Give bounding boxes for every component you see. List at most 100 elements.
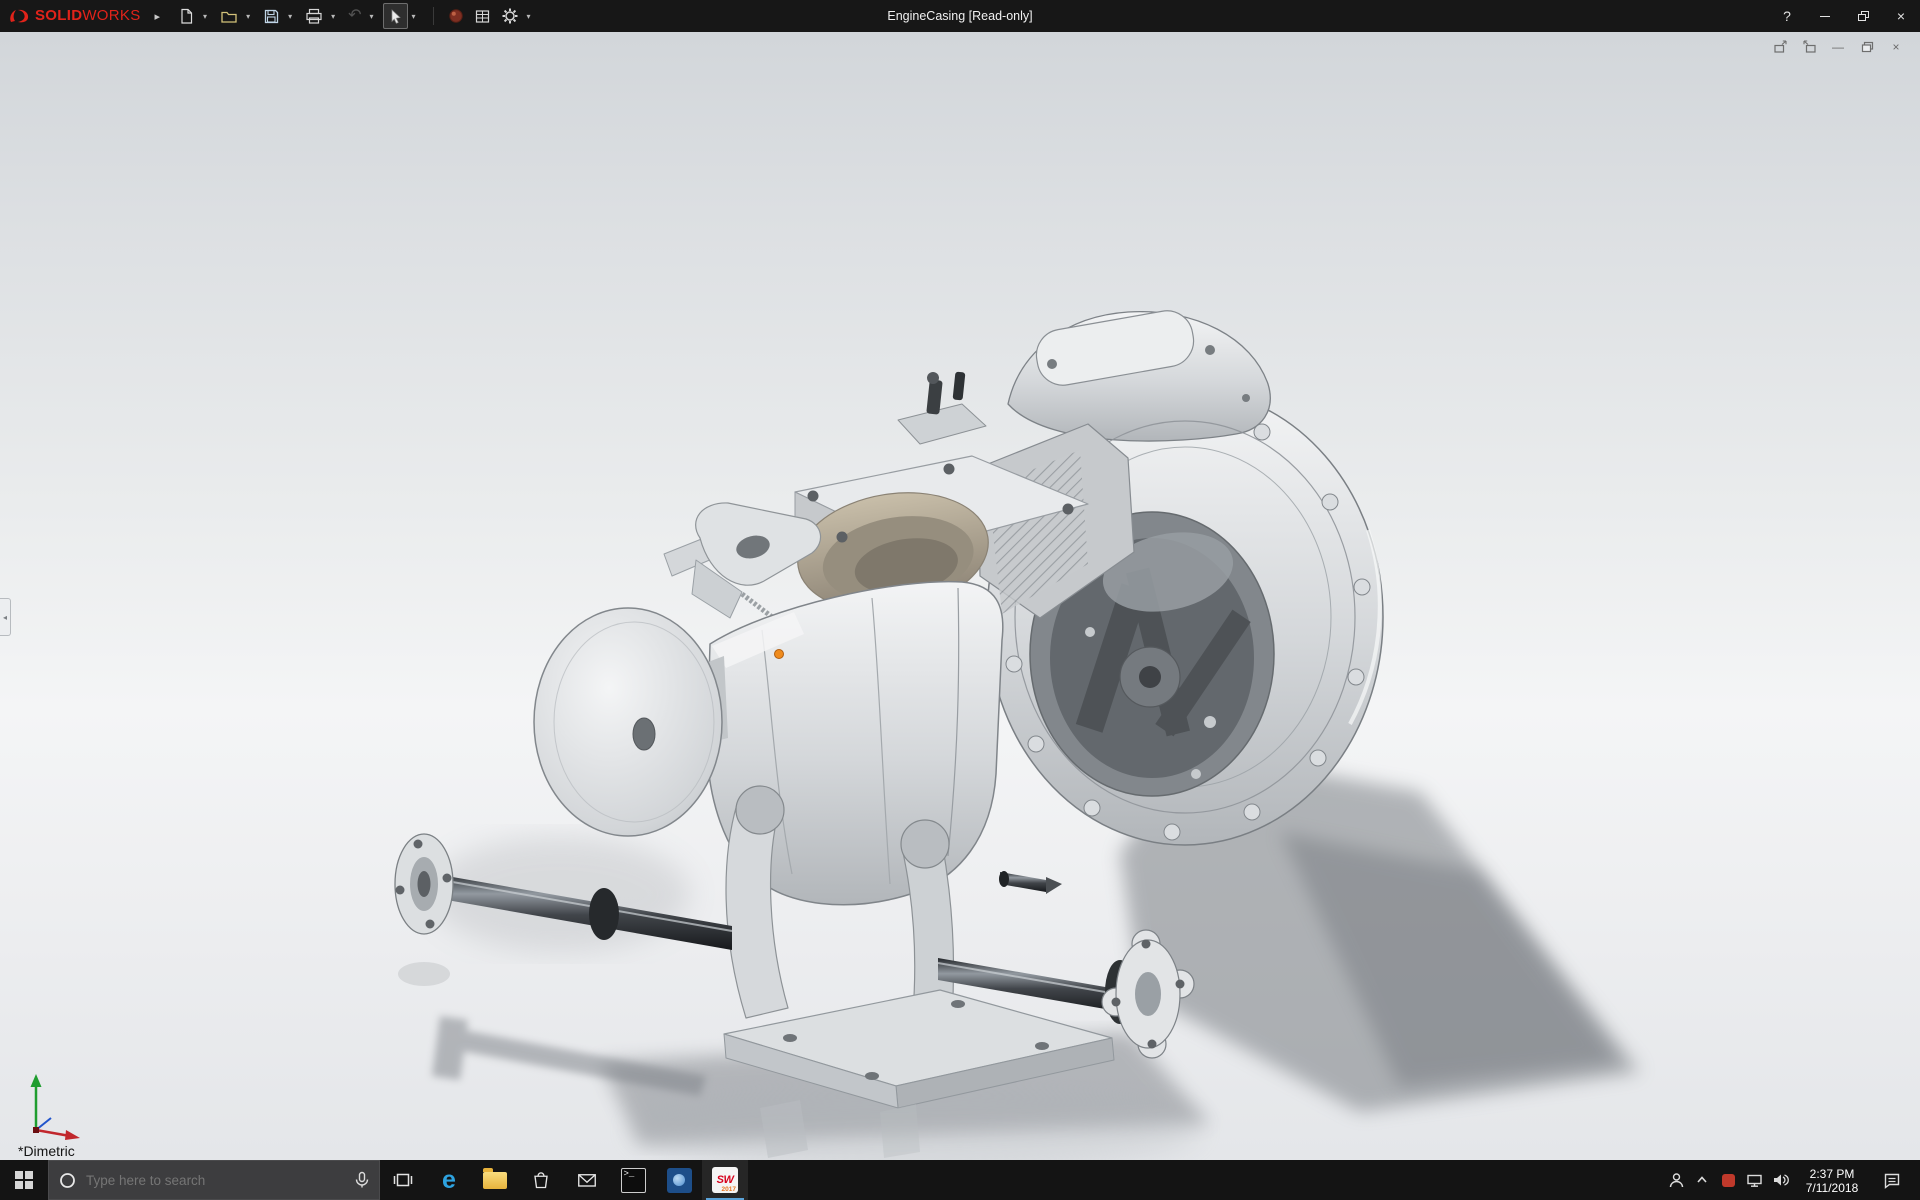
gpu-settings-button[interactable] bbox=[1715, 1160, 1741, 1200]
print-icon bbox=[306, 8, 322, 24]
people-icon bbox=[1669, 1172, 1683, 1187]
appearance-sphere-icon bbox=[448, 9, 463, 23]
open-dropdown-caret[interactable]: ▾ bbox=[246, 12, 250, 21]
left-disc[interactable] bbox=[533, 607, 728, 837]
edge-icon: e bbox=[442, 1165, 456, 1194]
open-folder-icon bbox=[221, 11, 237, 23]
window-controls: ? × bbox=[1768, 0, 1920, 32]
task-view-icon bbox=[393, 1173, 413, 1187]
restore-button[interactable] bbox=[1844, 0, 1882, 32]
toolbar-flyout-arrow[interactable]: ▸ bbox=[155, 10, 161, 23]
taskbar: e >_ SW 2017 bbox=[0, 1160, 1920, 1200]
taskbar-clock[interactable]: 2:37 PM 7/11/2018 bbox=[1793, 1166, 1871, 1195]
undo-button[interactable]: ↶ bbox=[344, 3, 365, 29]
left-bracket[interactable] bbox=[663, 502, 822, 622]
action-center-icon bbox=[1884, 1173, 1900, 1189]
solidworks-app-icon: SW 2017 bbox=[712, 1167, 738, 1193]
options-dropdown-caret[interactable]: ▾ bbox=[527, 12, 531, 21]
orientation-triad bbox=[30, 1074, 80, 1140]
command-prompt-icon: >_ bbox=[620, 1167, 646, 1193]
collapse-arrow-icon: ◂ bbox=[2, 612, 7, 622]
store-bag-icon bbox=[534, 1172, 548, 1189]
document-restore-icon bbox=[1861, 41, 1873, 53]
view-orientation-label: *Dimetric bbox=[18, 1143, 75, 1159]
solidworks-icon-text: SW bbox=[716, 1174, 734, 1186]
action-center-button[interactable] bbox=[1871, 1160, 1913, 1200]
select-dropdown-caret[interactable]: ▾ bbox=[412, 12, 416, 21]
document-minimize-button[interactable]: — bbox=[1828, 38, 1848, 56]
selection-marker[interactable] bbox=[774, 649, 784, 659]
taskbar-mail-button[interactable] bbox=[564, 1160, 610, 1200]
top-fittings[interactable] bbox=[897, 371, 987, 445]
sheet-grid-icon bbox=[475, 9, 489, 23]
3d-model-canvas[interactable] bbox=[0, 32, 1920, 1160]
ds-logo-icon bbox=[10, 9, 29, 23]
clock-date: 7/11/2018 bbox=[1805, 1180, 1859, 1195]
titlebar: SOLIDWORKS ▸ ▾ ▾ ▾ ▾ ↶ ▾ ▾ ▾ EngineCasin… bbox=[0, 0, 1920, 32]
volume-button[interactable] bbox=[1767, 1160, 1793, 1200]
taskbar-store-button[interactable] bbox=[518, 1160, 564, 1200]
save-button[interactable] bbox=[259, 3, 284, 29]
print-button[interactable] bbox=[301, 3, 327, 29]
graphics-viewport[interactable]: — × ◂ *Dimetric bbox=[0, 32, 1920, 1160]
close-button[interactable]: × bbox=[1882, 0, 1920, 32]
print-dropdown-caret[interactable]: ▾ bbox=[331, 12, 335, 21]
new-dropdown-caret[interactable]: ▾ bbox=[203, 12, 207, 21]
volume-icon bbox=[1773, 1174, 1789, 1186]
taskbar-file-explorer-button[interactable] bbox=[472, 1160, 518, 1200]
next-window-icon bbox=[1802, 40, 1816, 53]
minimize-icon bbox=[1820, 15, 1830, 17]
cortana-circle-icon bbox=[60, 1172, 75, 1188]
taskbar-command-prompt-button[interactable]: >_ bbox=[610, 1160, 656, 1200]
taskbar-photos-button[interactable] bbox=[656, 1160, 702, 1200]
appearance-button[interactable] bbox=[444, 3, 468, 29]
file-explorer-icon bbox=[483, 1167, 507, 1189]
people-button[interactable] bbox=[1663, 1160, 1689, 1200]
help-button[interactable]: ? bbox=[1768, 0, 1806, 32]
toolbar-separator bbox=[432, 7, 434, 25]
new-document-button[interactable] bbox=[174, 3, 199, 29]
network-icon bbox=[1746, 1174, 1762, 1187]
new-document-icon bbox=[181, 8, 193, 24]
open-button[interactable] bbox=[216, 3, 242, 29]
previous-window-button[interactable] bbox=[1770, 38, 1790, 56]
chevron-up-icon bbox=[1697, 1176, 1707, 1183]
quick-access-toolbar: ▾ ▾ ▾ ▾ ↶ ▾ ▾ ▾ bbox=[174, 3, 538, 29]
select-button[interactable] bbox=[382, 3, 408, 29]
document-window-controls: — × bbox=[1770, 38, 1906, 56]
windows-logo-icon bbox=[15, 1171, 33, 1189]
taskbar-search[interactable] bbox=[48, 1160, 380, 1200]
evaluate-button[interactable] bbox=[470, 3, 495, 29]
taskbar-solidworks-button[interactable]: SW 2017 bbox=[702, 1160, 748, 1200]
restore-icon bbox=[1857, 11, 1869, 21]
document-close-button[interactable]: × bbox=[1886, 38, 1906, 56]
document-restore-button[interactable] bbox=[1857, 38, 1877, 56]
solidworks-icon-year: 2017 bbox=[721, 1186, 736, 1193]
brand-text: SOLIDWORKS bbox=[35, 7, 141, 24]
photos-app-icon bbox=[666, 1167, 692, 1193]
next-window-button[interactable] bbox=[1799, 38, 1819, 56]
save-floppy-icon bbox=[264, 9, 279, 23]
solidworks-logo: SOLIDWORKS bbox=[0, 7, 147, 25]
minimize-button[interactable] bbox=[1806, 0, 1844, 32]
previous-window-icon bbox=[1773, 40, 1787, 53]
taskbar-edge-button[interactable]: e bbox=[426, 1160, 472, 1200]
task-view-button[interactable] bbox=[380, 1160, 426, 1200]
microphone-icon[interactable] bbox=[355, 1171, 369, 1189]
undo-dropdown-caret[interactable]: ▾ bbox=[370, 12, 374, 21]
save-dropdown-caret[interactable]: ▾ bbox=[288, 12, 292, 21]
tray-overflow-button[interactable] bbox=[1689, 1160, 1715, 1200]
side-pin[interactable] bbox=[999, 871, 1062, 894]
mail-icon bbox=[578, 1174, 596, 1187]
gear-icon bbox=[502, 8, 518, 24]
select-cursor-icon bbox=[391, 8, 401, 24]
search-input[interactable] bbox=[86, 1172, 345, 1188]
network-button[interactable] bbox=[1741, 1160, 1767, 1200]
clock-time: 2:37 PM bbox=[1809, 1166, 1855, 1181]
system-tray: 2:37 PM 7/11/2018 bbox=[1663, 1160, 1920, 1200]
gpu-tray-icon bbox=[1721, 1173, 1735, 1187]
options-button[interactable] bbox=[497, 3, 523, 29]
feature-panel-collapse-tab[interactable]: ◂ bbox=[0, 598, 11, 636]
undo-icon: ↶ bbox=[348, 7, 362, 24]
start-button[interactable] bbox=[0, 1160, 48, 1200]
